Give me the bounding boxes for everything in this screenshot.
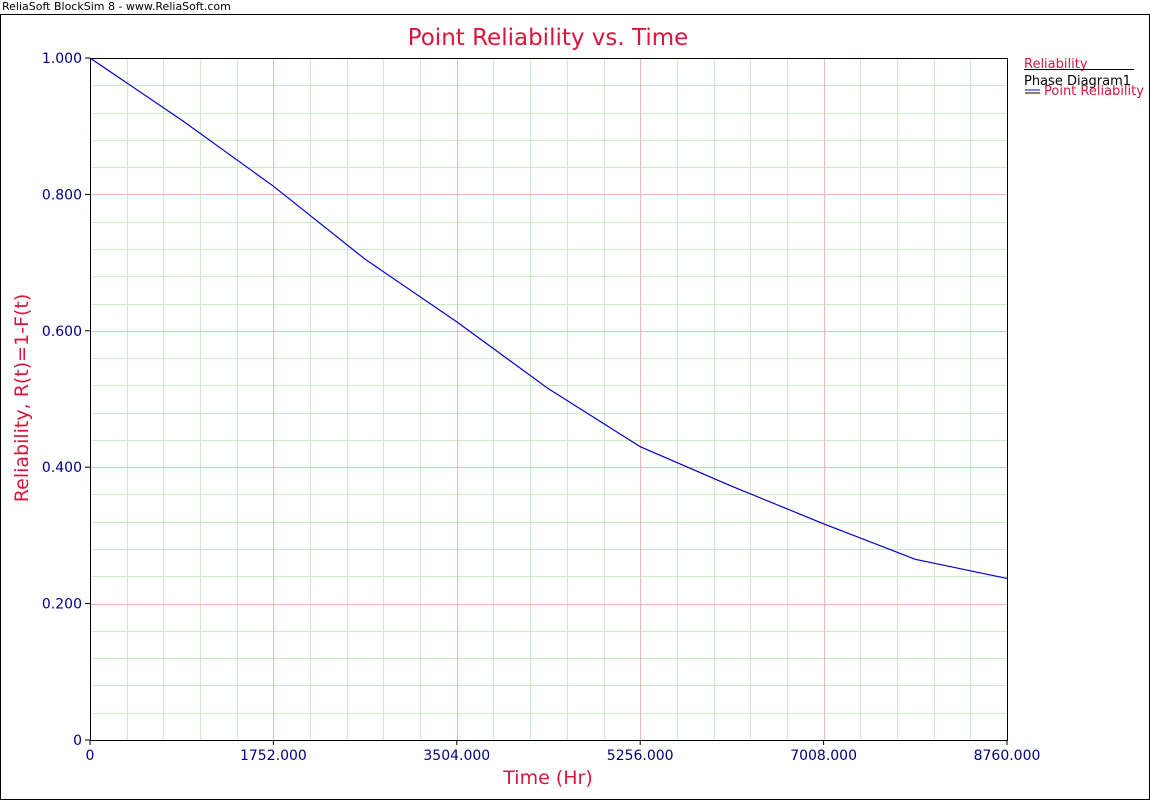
y-tick-label: 0.400: [42, 460, 82, 476]
x-tick-label: 0: [86, 748, 95, 764]
y-tick-label: 0: [73, 733, 82, 749]
x-tick-label: 7008.000: [790, 748, 857, 764]
x-tick-label: 8760.000: [974, 748, 1041, 764]
y-tick-label: 0.200: [42, 597, 82, 613]
x-tick-label: 1752.000: [240, 748, 307, 764]
x-tick-label: 5256.000: [607, 748, 674, 764]
y-axis-title: Reliability, R(t)=1-F(t): [11, 294, 33, 502]
x-tick-label: 3504.000: [423, 748, 490, 764]
major-grid: [90, 58, 1007, 740]
reliability-chart: 0 1752.000 3504.000 5256.000 7008.000 8760.00…: [11, 25, 1144, 789]
y-tick-label: 0.800: [42, 187, 82, 203]
legend: Reliability Phase Diagram1 Point Reliabi…: [1024, 57, 1144, 99]
x-axis-ticks: 0 1752.000 3504.000 5256.000 7008.000 8760.00…: [86, 740, 1041, 764]
plot-area: [90, 58, 1008, 741]
series-layer: [89, 57, 1008, 579]
y-tick-label: 1.000: [42, 51, 82, 67]
legend-series-label: Point Reliability: [1044, 84, 1144, 99]
y-axis-ticks: 0 0.200 0.400 0.600 0.800 1.000: [42, 51, 90, 749]
chart-title: Point Reliability vs. Time: [408, 25, 689, 51]
series-line-point-reliability: [89, 57, 1008, 579]
y-tick-label: 0.600: [42, 324, 82, 340]
minor-grid: [90, 58, 1007, 740]
x-axis-title: Time (Hr): [502, 767, 592, 789]
